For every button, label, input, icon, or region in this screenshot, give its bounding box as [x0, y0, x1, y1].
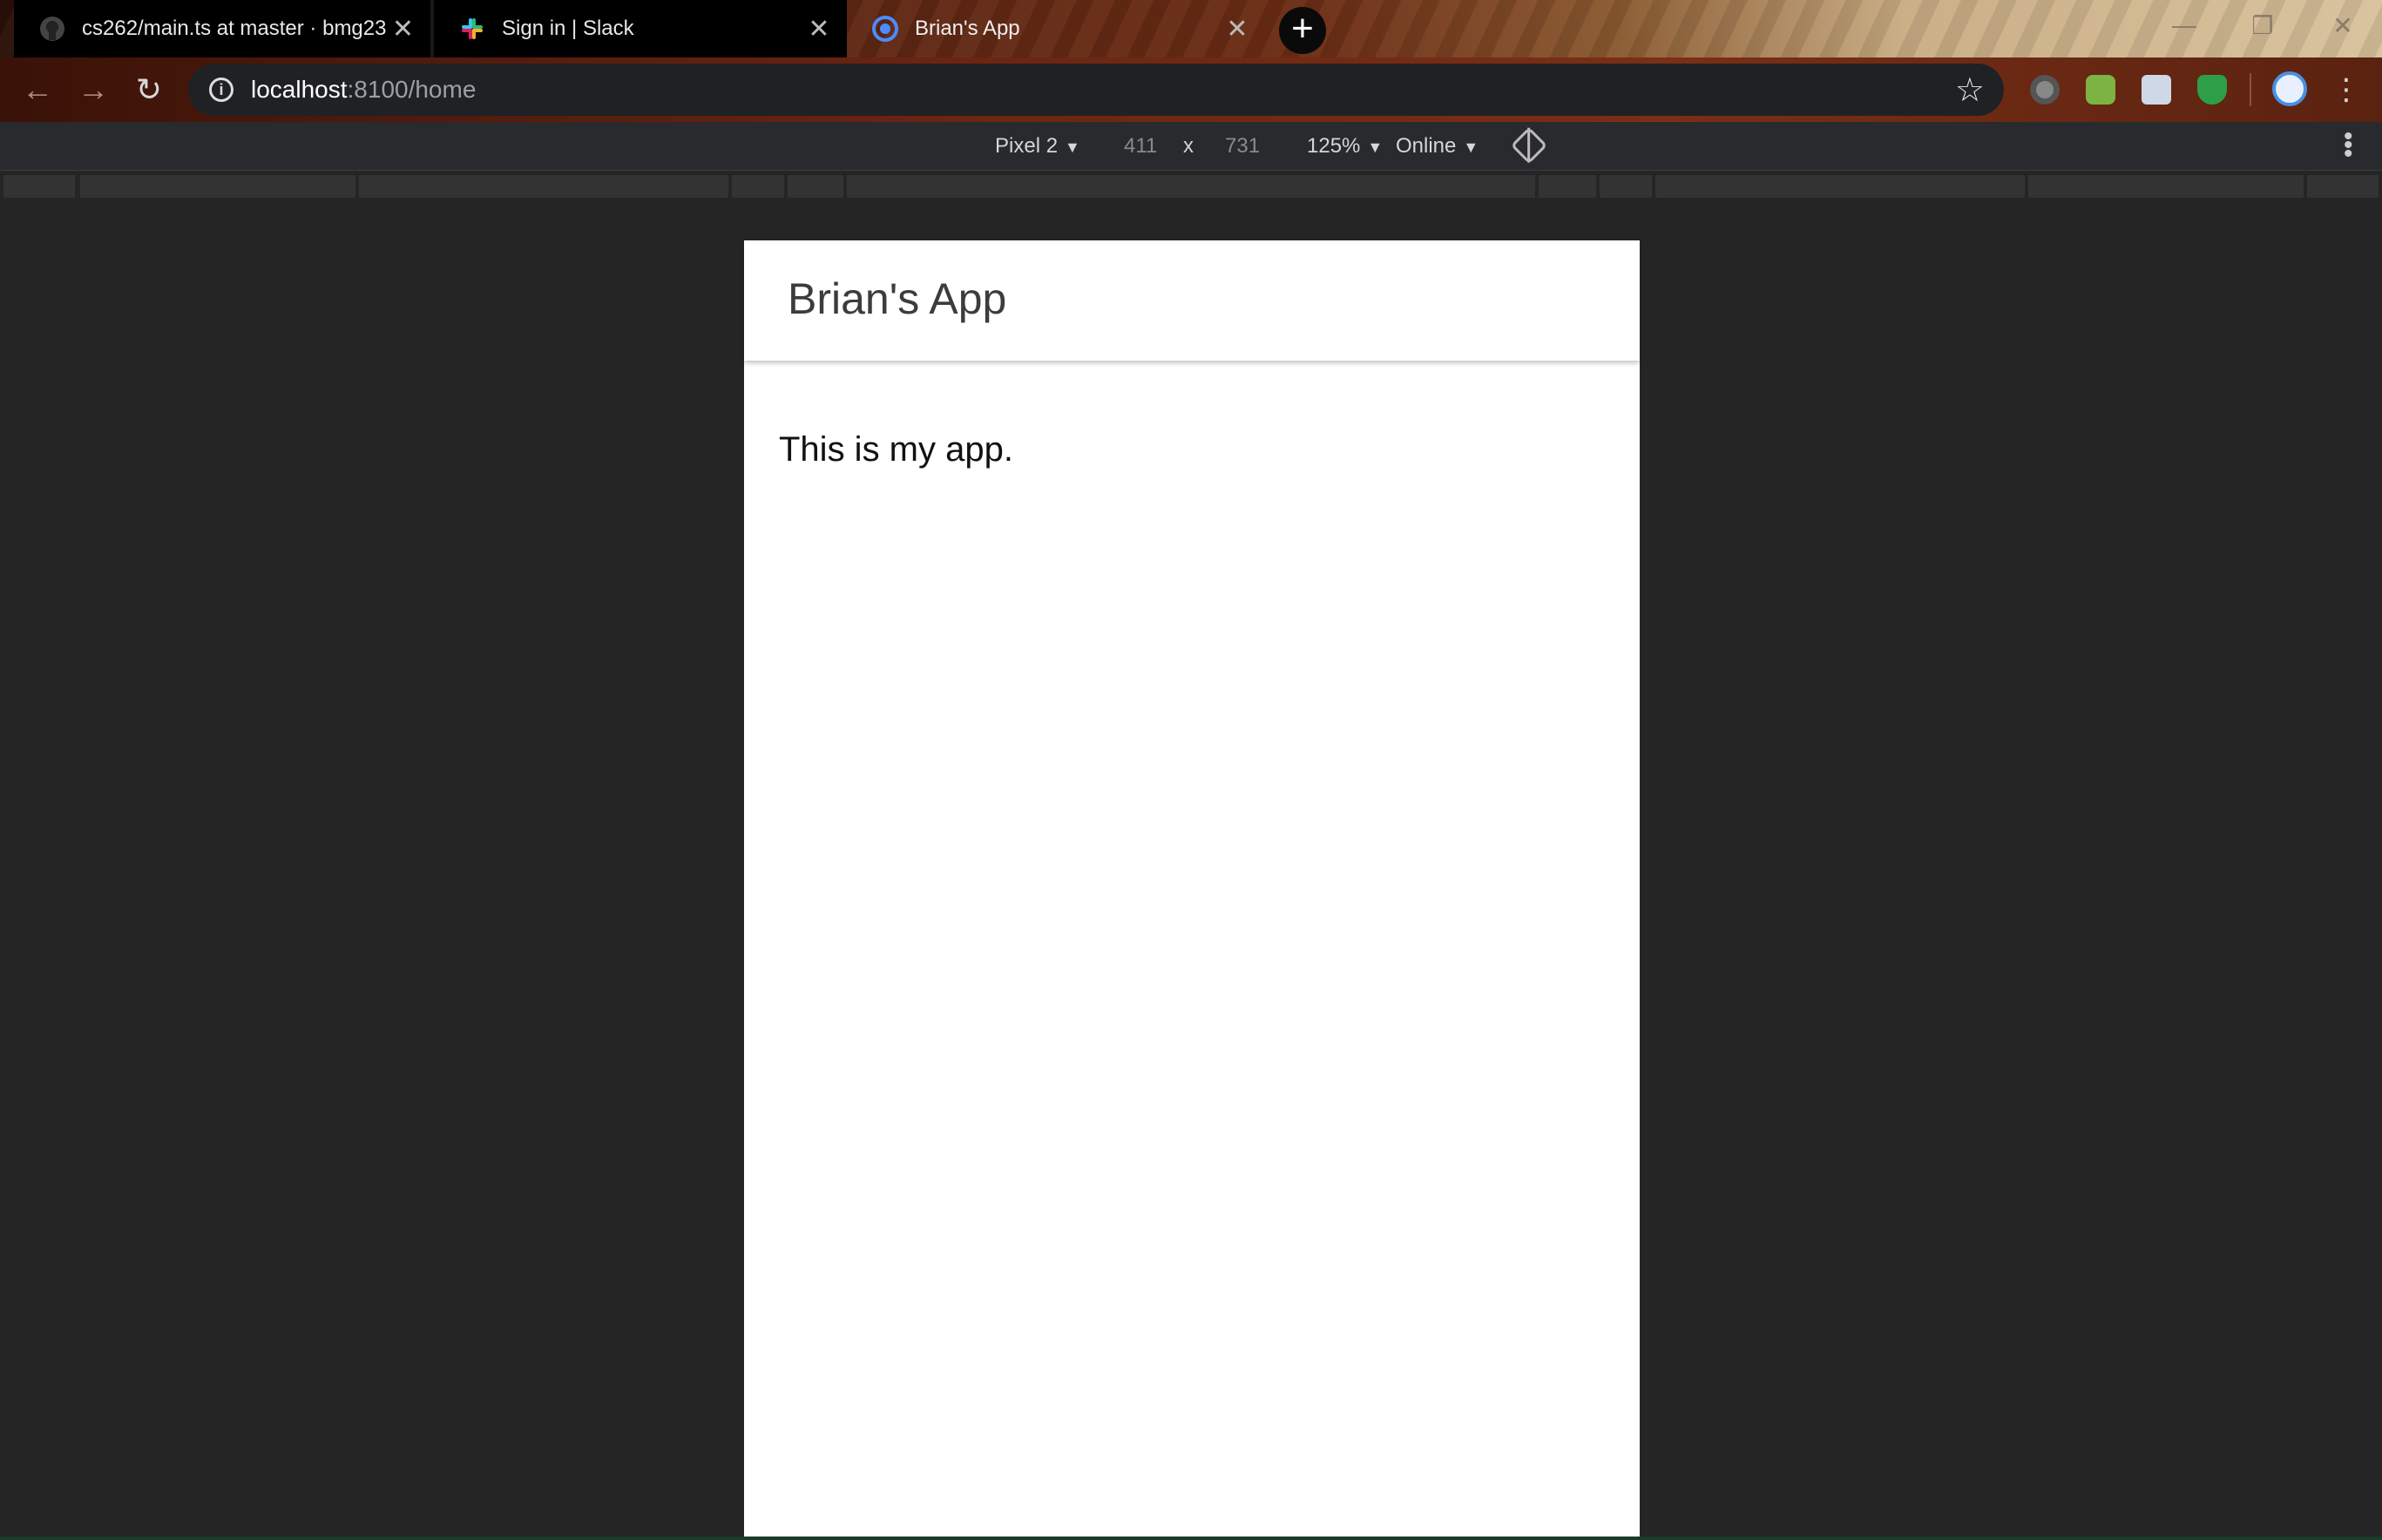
media-query-bar [0, 172, 2382, 203]
browser-toolbar: ← → ↻ i localhost:8100/home ☆ ⋮ [0, 57, 2382, 122]
network-value: Online [1396, 134, 1457, 158]
width-input[interactable]: 411 [1124, 134, 1157, 159]
tab-brians-app[interactable]: Brian's App ✕ [847, 0, 1265, 57]
url-host: localhost [251, 76, 348, 103]
app-circle-icon [871, 15, 899, 43]
media-query-segment[interactable] [2307, 175, 2379, 198]
dimension-separator: x [1183, 134, 1194, 158]
zoom-select[interactable]: 125% ▼ [1307, 134, 1383, 159]
extension-honey-icon[interactable] [2086, 75, 2115, 105]
close-icon[interactable]: ✕ [802, 11, 836, 46]
tab-github[interactable]: cs262/main.ts at master · bmg23/ ✕ [14, 0, 430, 57]
extension-circle-icon[interactable] [2030, 75, 2060, 105]
extension-shield-icon[interactable] [2197, 75, 2227, 105]
page-title: Brian's App [788, 274, 1007, 323]
app-body-text: This is my app. [779, 430, 1013, 469]
tab-slack[interactable]: Sign in | Slack ✕ [434, 0, 847, 57]
height-input[interactable]: 731 [1225, 134, 1260, 159]
close-icon[interactable]: ✕ [386, 11, 420, 46]
back-icon[interactable]: ← [17, 70, 58, 110]
rotate-icon[interactable] [1510, 126, 1548, 165]
zoom-value: 125% [1307, 134, 1361, 158]
app-header: Brian's App [744, 240, 1640, 361]
chevron-down-icon: ▼ [1367, 138, 1384, 156]
media-query-segment[interactable] [80, 175, 355, 198]
chevron-down-icon: ▼ [1065, 138, 1080, 156]
menu-kebab-icon[interactable]: ⋮ [2326, 70, 2366, 110]
restore-icon[interactable]: ❐ [2223, 0, 2302, 51]
github-icon [38, 15, 66, 43]
address-bar[interactable]: i localhost:8100/home ☆ [188, 64, 2004, 116]
minimize-icon[interactable]: — [2145, 0, 2223, 51]
site-info-icon[interactable]: i [209, 78, 233, 102]
url-path: :8100/home [347, 76, 477, 103]
tab-label: Sign in | Slack [502, 17, 634, 40]
device-toolbar: Pixel 2 ▼ 411 x 731 125% ▼ Online ▼ • • • [0, 122, 2382, 171]
chevron-down-icon: ▼ [1463, 138, 1479, 156]
tab-label: Brian's App [915, 17, 1020, 40]
title-bar: cs262/main.ts at master · bmg23/ ✕ Sign … [0, 0, 2382, 57]
media-query-segment[interactable] [1539, 175, 1596, 198]
media-query-segment[interactable] [732, 175, 784, 198]
slack-icon [458, 15, 486, 43]
device-name: Pixel 2 [995, 134, 1059, 158]
tab-label: cs262/main.ts at master · bmg23/ [82, 17, 386, 40]
tab-divider [430, 0, 434, 57]
window-close-icon[interactable]: ✕ [2304, 0, 2382, 51]
device-viewport: Brian's App This is my app. [744, 240, 1640, 1538]
toolbar-divider [2250, 73, 2251, 106]
media-query-segment[interactable] [3, 175, 75, 198]
media-query-segment[interactable] [847, 175, 1535, 198]
media-query-segment[interactable] [788, 175, 843, 198]
media-query-segment[interactable] [1655, 175, 2025, 198]
bookmark-star-icon[interactable]: ☆ [1955, 71, 1985, 110]
media-query-segment[interactable] [359, 175, 728, 198]
network-select[interactable]: Online ▼ [1396, 134, 1479, 159]
media-query-segment[interactable] [2028, 175, 2304, 198]
media-query-segment[interactable] [1600, 175, 1652, 198]
extension-person-icon[interactable] [2142, 75, 2171, 105]
new-tab-button[interactable]: + [1279, 7, 1326, 54]
reload-icon[interactable]: ↻ [129, 70, 169, 110]
bottom-edge [0, 1537, 2382, 1540]
profile-avatar-icon[interactable] [2272, 71, 2307, 106]
forward-icon[interactable]: → [73, 70, 113, 110]
url-text: localhost:8100/home [251, 76, 476, 104]
close-icon[interactable]: ✕ [1220, 11, 1255, 46]
more-options-icon[interactable]: • • • [2344, 124, 2353, 167]
device-select[interactable]: Pixel 2 ▼ [995, 134, 1080, 159]
